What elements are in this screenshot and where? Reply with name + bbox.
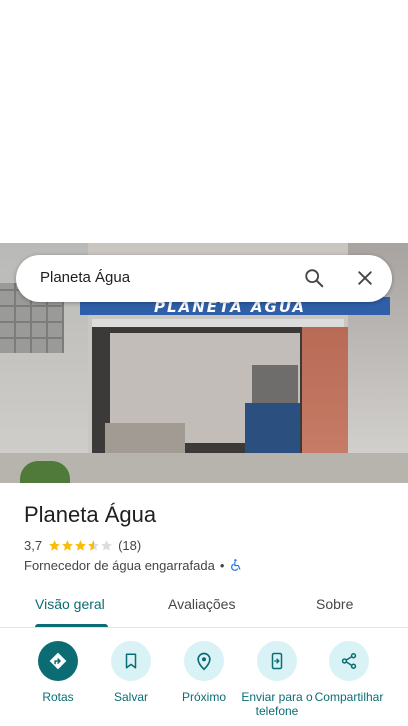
bookmark-icon	[125, 653, 137, 669]
star-rating	[48, 539, 113, 552]
star-icon	[75, 539, 86, 551]
rating-value: 3,7	[24, 537, 43, 553]
place-category: Fornecedor de água engarrafada	[24, 557, 215, 573]
tab-reviews[interactable]: Avaliações	[168, 596, 235, 612]
review-count[interactable]: (18)	[118, 538, 141, 553]
category-row: Fornecedor de água engarrafada •	[24, 557, 243, 573]
search-icon[interactable]	[303, 267, 325, 289]
active-tab-indicator	[35, 624, 108, 627]
save-label: Salvar	[113, 690, 148, 704]
tab-overview[interactable]: Visão geral	[35, 596, 105, 612]
star-empty-icon	[101, 539, 112, 551]
wheelchair-accessible-icon	[231, 559, 241, 571]
send-to-phone-button[interactable]: Enviar para o telefone	[237, 641, 317, 718]
map-blank-area	[0, 0, 408, 243]
tab-about[interactable]: Sobre	[316, 596, 353, 612]
search-input[interactable]: Planeta Água	[40, 269, 130, 286]
nearby-label: Próximo	[181, 690, 226, 704]
directions-button[interactable]: Rotas	[18, 641, 98, 718]
save-button[interactable]: Salvar	[91, 641, 171, 718]
directions-icon	[49, 652, 67, 670]
star-icon	[49, 539, 60, 551]
share-button[interactable]: Compartilhar	[309, 641, 389, 718]
send-to-phone-label: Enviar para o telefone	[241, 690, 313, 718]
nearby-icon	[197, 652, 211, 671]
rating-row[interactable]: 3,7 (18)	[24, 537, 141, 553]
place-title: Planeta Água	[24, 502, 157, 527]
close-icon[interactable]	[355, 268, 375, 288]
place-tabs: Visão geral Avaliações Sobre	[0, 588, 408, 628]
star-icon	[62, 539, 73, 551]
directions-label: Rotas	[42, 690, 74, 704]
star-half-icon	[88, 539, 99, 551]
search-bar[interactable]: Planeta Água	[16, 255, 392, 302]
send-to-phone-icon	[271, 652, 283, 670]
nearby-button[interactable]: Próximo	[164, 641, 244, 718]
separator-dot: •	[219, 557, 225, 573]
share-label: Compartilhar	[314, 690, 384, 704]
share-icon	[341, 653, 357, 669]
